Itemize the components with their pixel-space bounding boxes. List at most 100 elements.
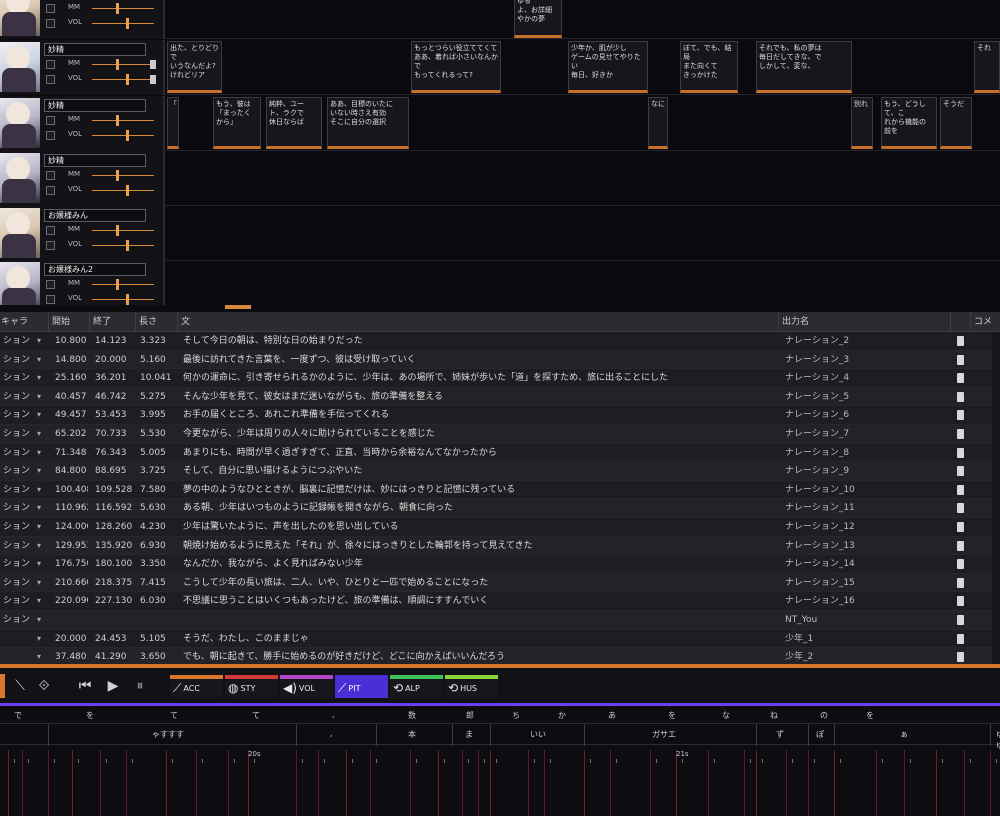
end-time-cell[interactable]: 41.290 bbox=[92, 648, 134, 664]
volume-slider-row[interactable]: VOL bbox=[46, 18, 158, 29]
duration-cell[interactable]: 5.630 bbox=[137, 499, 177, 517]
character-cell[interactable]: ション bbox=[0, 555, 34, 573]
text-cell[interactable]: そして今日の朝は、特別な日の始まりだった bbox=[180, 332, 776, 350]
phoneme-word-row[interactable]: ゃすすす, 本 ま いい ガサエ ず ぽ ぁ ゆゆ bbox=[0, 723, 1000, 750]
phoneme-word[interactable]: ず bbox=[776, 729, 784, 740]
duration-cell[interactable]: 3.650 bbox=[137, 648, 177, 664]
solo-checkbox[interactable] bbox=[46, 241, 55, 250]
start-time-cell[interactable]: 10.800 bbox=[52, 332, 88, 350]
character-dropdown-icon[interactable]: ▾ bbox=[34, 630, 48, 648]
play-icon[interactable]: ▶ bbox=[104, 677, 122, 695]
slider-knob[interactable] bbox=[116, 279, 119, 290]
start-time-cell[interactable]: 210.660 bbox=[52, 574, 88, 592]
table-row[interactable]: ション 49.457 53.453 3.995 お手の届くところ、あれこれ準備を手伝って… bbox=[0, 406, 1000, 425]
text-cell[interactable]: こうして少年の長い旅は、二人、いや、ひとりと一匹で始めることになった bbox=[180, 574, 776, 592]
output-name-cell[interactable]: 少年_2 bbox=[782, 648, 950, 664]
mute-slider-row[interactable]: MM bbox=[46, 170, 158, 181]
column-header-output[interactable]: 出力名 bbox=[778, 312, 950, 332]
output-name-cell[interactable]: ナレーション_8 bbox=[782, 444, 950, 462]
output-name-cell[interactable]: ナレーション_3 bbox=[782, 351, 950, 369]
volume-slider-row[interactable]: VOL bbox=[46, 240, 158, 251]
track-lane[interactable] bbox=[167, 206, 1000, 261]
table-row[interactable]: ション 25.160 36.201 10.041 何かの運命に、引き寄せられるかのように… bbox=[0, 369, 1000, 388]
text-cell[interactable]: お手の届くところ、あれこれ準備を手伝ってくれる bbox=[180, 406, 776, 424]
volume-slider-row[interactable]: VOL bbox=[46, 294, 158, 305]
table-row[interactable]: ション 84.800 88.695 3.725 そして、自分に思い描けるようにつぶやいた… bbox=[0, 462, 1000, 481]
volume-slider-row[interactable]: VOL bbox=[46, 74, 158, 85]
end-time-cell[interactable]: 24.453 bbox=[92, 630, 134, 648]
mode-button-alp[interactable]: ⟲ ALP bbox=[390, 675, 443, 698]
file-icon[interactable] bbox=[955, 648, 967, 664]
column-header-start[interactable]: 開始 bbox=[48, 312, 88, 332]
slider-knob[interactable] bbox=[116, 59, 119, 70]
output-name-cell[interactable]: ナレーション_12 bbox=[782, 518, 950, 536]
file-icon[interactable] bbox=[955, 481, 967, 499]
volume-slider-row[interactable]: VOL bbox=[46, 185, 158, 196]
column-header-length[interactable]: 長さ bbox=[135, 312, 177, 332]
text-cell[interactable]: そして、自分に思い描けるようにつぶやいた bbox=[180, 462, 776, 480]
character-cell[interactable]: ション bbox=[0, 537, 34, 555]
slider-knob[interactable] bbox=[126, 74, 129, 85]
slider-knob[interactable] bbox=[116, 170, 119, 181]
slider-knob[interactable] bbox=[116, 3, 119, 14]
text-cell[interactable]: でも、朝に起きて、勝手に始めるのが好きだけど、どこに向かえばいいんだろう bbox=[180, 648, 776, 664]
phoneme-divider[interactable] bbox=[808, 724, 809, 746]
character-dropdown-icon[interactable]: ▾ bbox=[34, 481, 48, 499]
table-row[interactable]: ション 220.090227.1306.030不思議に思うことはいくつもあったけど… bbox=[0, 592, 1000, 611]
character-cell[interactable]: ション bbox=[0, 611, 34, 629]
slider-knob[interactable] bbox=[116, 225, 119, 236]
file-icon[interactable] bbox=[955, 537, 967, 555]
voice-clip[interactable]: もう、彼は 「まったく から」 bbox=[213, 97, 261, 149]
table-row[interactable]: ション 14.800 20.000 5.160 最後に訪れてきた言葉を、一度ずつ、彼は受… bbox=[0, 350, 1000, 370]
voice-clip[interactable]: 出た、とりどりで いうなんだよ? けれどリア bbox=[167, 41, 222, 93]
character-cell[interactable] bbox=[0, 648, 34, 664]
end-time-cell[interactable]: 20.000 bbox=[92, 351, 134, 369]
track-name-field[interactable]: 妙精 bbox=[44, 99, 146, 112]
start-time-cell[interactable]: 71.348 bbox=[52, 444, 88, 462]
character-dropdown-icon[interactable]: ▾ bbox=[34, 611, 48, 629]
file-icon[interactable] bbox=[955, 518, 967, 536]
output-name-cell[interactable]: ナレーション_2 bbox=[782, 332, 950, 350]
end-time-cell[interactable]: 227.130 bbox=[92, 592, 134, 610]
text-cell[interactable]: そんな少年を見て、彼女はまだ迷いながらも、旅の準備を整える bbox=[180, 388, 776, 406]
end-time-cell[interactable] bbox=[92, 611, 134, 629]
text-cell[interactable]: 最後に訪れてきた言葉を、一度ずつ、彼は受け取っていく bbox=[180, 351, 776, 369]
solo-checkbox[interactable] bbox=[46, 19, 55, 28]
table-scrollbar[interactable] bbox=[992, 332, 1000, 664]
start-time-cell[interactable]: 65.202 bbox=[52, 425, 88, 443]
mute-checkbox[interactable] bbox=[46, 171, 55, 180]
duration-cell[interactable]: 7.415 bbox=[137, 574, 177, 592]
slider-knob[interactable] bbox=[126, 130, 129, 141]
voice-clip[interactable]: それでも、私の夢は 毎日だしてきな、で しかして、変な、 bbox=[756, 41, 852, 93]
mode-button-sty[interactable]: ◍ STY bbox=[225, 675, 278, 698]
phoneme-divider[interactable] bbox=[756, 724, 757, 746]
start-time-cell[interactable]: 220.090 bbox=[52, 592, 88, 610]
track-name-field[interactable]: 妙精 bbox=[44, 154, 146, 167]
eraser-tool-icon[interactable]: ⟐ bbox=[36, 677, 52, 695]
character-cell[interactable]: ション bbox=[0, 592, 34, 610]
duration-cell[interactable]: 3.350 bbox=[137, 555, 177, 573]
character-dropdown-icon[interactable]: ▾ bbox=[34, 444, 48, 462]
start-time-cell[interactable]: 25.160 bbox=[52, 369, 88, 387]
text-cell[interactable]: 今更ながら、少年は周りの人々に助けられていることを感じた bbox=[180, 425, 776, 443]
character-cell[interactable]: ション bbox=[0, 406, 34, 424]
text-cell[interactable]: 夢の中のようなひとときが、脳裏に記憶だけは、妙にはっきりと記憶に残っている bbox=[180, 481, 776, 499]
character-dropdown-icon[interactable]: ▾ bbox=[34, 388, 48, 406]
table-row[interactable]: ション 110.962116.5925.630ある朝、少年はいつものように記録帳を… bbox=[0, 499, 1000, 518]
character-dropdown-icon[interactable]: ▾ bbox=[34, 332, 48, 350]
mute-slider-row[interactable]: MM bbox=[46, 3, 158, 14]
character-dropdown-icon[interactable]: ▾ bbox=[34, 537, 48, 555]
slider-knob[interactable] bbox=[126, 240, 129, 251]
text-cell[interactable] bbox=[180, 611, 776, 629]
track-lane[interactable]: ゆる よ、お詳細 やかの夢 bbox=[167, 0, 1000, 39]
voice-clip[interactable]: ああ、目標のいたに いない時さえ有効 そこに自分の選択 bbox=[327, 97, 409, 149]
duration-cell[interactable]: 3.995 bbox=[137, 406, 177, 424]
mute-checkbox[interactable] bbox=[46, 280, 55, 289]
end-time-cell[interactable]: 14.123 bbox=[92, 332, 134, 350]
volume-slider-row[interactable]: VOL bbox=[46, 130, 158, 141]
table-row[interactable]: ション NT_You ▾ bbox=[0, 610, 1000, 630]
character-dropdown-icon[interactable]: ▾ bbox=[34, 425, 48, 443]
end-time-cell[interactable]: 109.528 bbox=[92, 481, 134, 499]
output-name-cell[interactable]: ナレーション_5 bbox=[782, 388, 950, 406]
track-name-field[interactable]: お嬢様みん bbox=[44, 209, 146, 222]
